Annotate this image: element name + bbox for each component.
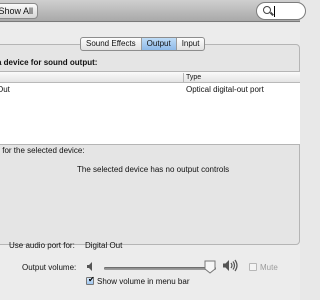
volume-slider-knob[interactable] <box>204 260 216 274</box>
show-volume-label: Show volume in menu bar <box>97 277 190 286</box>
text-caret <box>274 6 275 17</box>
sound-preferences-pane: Sound Effects Output Input a device for … <box>0 23 300 300</box>
mute-checkbox[interactable] <box>249 263 257 271</box>
search-field[interactable] <box>256 2 306 20</box>
tab-sound-effects[interactable]: Sound Effects <box>81 38 142 50</box>
show-all-button[interactable]: Show All <box>0 3 38 19</box>
tab-input[interactable]: Input <box>177 38 205 50</box>
device-type-cell: Optical digital-out port <box>186 85 264 94</box>
no-controls-message: The selected device has no output contro… <box>77 165 230 174</box>
speaker-high-icon <box>223 259 238 272</box>
tab-output[interactable]: Output <box>141 38 177 50</box>
column-separator <box>183 73 184 82</box>
tab-bar: Sound Effects Output Input <box>80 37 206 51</box>
column-header-type[interactable]: Type <box>186 73 201 82</box>
show-volume-checkbox[interactable]: ✔ <box>86 275 95 285</box>
output-volume-label: Output volume: <box>22 263 77 272</box>
audio-port-value: Digital Out <box>85 241 123 250</box>
table-header: Type <box>0 72 300 83</box>
audio-port-label: Use audio port for: <box>9 241 75 250</box>
volume-slider[interactable] <box>104 267 216 270</box>
mute-label: Mute <box>260 263 278 272</box>
device-name-cell: Out <box>0 85 10 94</box>
device-prompt: a device for sound output: <box>0 58 98 67</box>
checkmark-icon: ✔ <box>88 275 95 284</box>
speaker-low-icon <box>87 262 92 271</box>
search-icon <box>263 6 271 14</box>
device-table: Type Out Optical digital-out port <box>0 71 300 145</box>
toolbar: Show All <box>0 0 306 22</box>
settings-label: s for the selected device: <box>0 146 85 155</box>
table-row[interactable]: Out Optical digital-out port <box>0 84 300 95</box>
